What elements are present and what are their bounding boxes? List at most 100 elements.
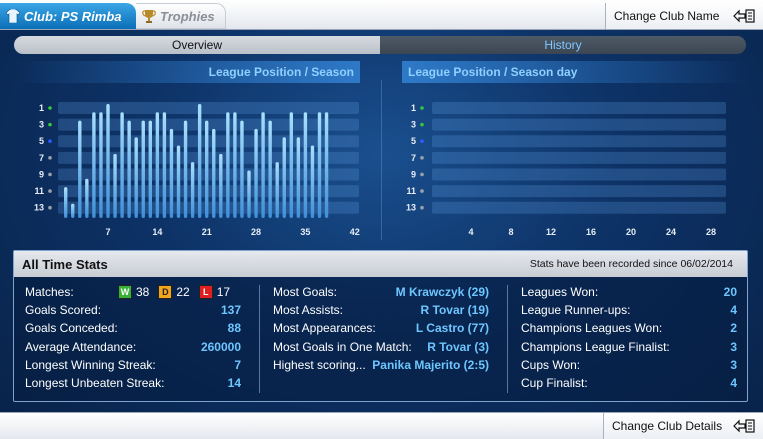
stat-value: 88 [227, 321, 241, 336]
x-tick-label: 28 [706, 227, 716, 237]
season-bar [176, 145, 181, 218]
stats-column-matches: Matches: W 38 D 22 L 17 Goals Scored: 13… [25, 283, 241, 392]
overview-tab[interactable]: Overview [14, 36, 380, 54]
x-tick-label: 8 [508, 227, 513, 237]
trophy-icon [142, 9, 156, 23]
stat-label: Leagues Won: [521, 285, 599, 300]
club-tab[interactable]: Club: PS Rimba [0, 3, 136, 29]
season-bar [282, 137, 286, 218]
grid-band [58, 118, 359, 131]
season-bar [127, 120, 131, 218]
losses-badge: L [198, 285, 213, 300]
season-bar [71, 203, 75, 218]
x-tick-label: 20 [626, 227, 636, 237]
match-link[interactable]: Panika Majerito (2:5) [372, 358, 489, 372]
x-tick-label: 16 [586, 227, 596, 237]
column-separator [259, 285, 260, 393]
stats-column-players: Most Goals: M Krawczyk (29) Most Assists… [273, 283, 489, 374]
matches-label: Matches: [25, 285, 74, 300]
stat-value: 2 [730, 321, 737, 336]
draws-badge: D [158, 285, 173, 300]
trophies-tab[interactable]: Trophies [136, 3, 226, 29]
league-position-season-chart: 1357911137 14 21 28 35 42 [34, 102, 360, 237]
y-tick-label: 9 [39, 169, 44, 179]
all-time-stats-title: All Time Stats [22, 256, 108, 272]
stat-row: Most Appearances: L Castro (77) [273, 319, 489, 337]
y-tick-label: 1 [39, 103, 44, 113]
top-bar: Club: PS Rimba Trophies Change Club Name [0, 0, 763, 30]
season-bar [296, 137, 301, 218]
season-bar [205, 120, 209, 218]
y-tick-label: 11 [406, 186, 416, 196]
club-tab-label: Club: PS Rimba [24, 8, 122, 24]
player-link[interactable]: R Tovar (19) [421, 303, 489, 317]
season-bar [120, 112, 124, 218]
y-tick-label: 1 [411, 103, 416, 113]
stat-row: Leagues Won: 20 [521, 283, 737, 301]
x-tick-label: 35 [300, 227, 310, 237]
season-bar [261, 112, 265, 218]
losses-count: 17 [216, 285, 231, 300]
change-club-details-button[interactable]: Change Club Details [603, 413, 763, 439]
history-tab[interactable]: History [380, 36, 746, 54]
season-bar [141, 120, 145, 218]
player-link[interactable]: L Castro (77) [416, 321, 489, 335]
stat-label: Most Assists: [273, 303, 344, 318]
y-tick-label: 9 [411, 169, 416, 179]
wins-count: 38 [136, 285, 150, 300]
season-bar [162, 112, 167, 218]
season-bar [197, 104, 202, 218]
exit-door-icon [733, 9, 755, 23]
x-tick-label: 42 [350, 227, 360, 237]
exit-door-icon [733, 419, 755, 433]
stat-label: Most Goals in One Match: [273, 339, 412, 354]
y-tick-label: 7 [411, 153, 416, 163]
all-time-stats-panel: All Time Stats Stats have been recorded … [13, 250, 748, 402]
stat-label: Goals Conceded: [25, 321, 118, 336]
position-dot [48, 139, 52, 144]
column-separator [507, 285, 508, 393]
season-bar [219, 153, 223, 218]
season-bar [289, 112, 293, 218]
stat-row: Goals Conceded: 88 [25, 319, 241, 337]
match-record: W 38 D 22 L 17 [118, 285, 235, 300]
y-tick-label: 7 [39, 153, 44, 163]
stat-row: Most Assists: R Tovar (19) [273, 301, 489, 319]
change-club-name-button[interactable]: Change Club Name [605, 3, 763, 29]
season-bar [310, 145, 315, 218]
stat-value: 20 [723, 285, 737, 300]
position-dot [420, 139, 424, 144]
y-tick-label: 5 [411, 136, 416, 146]
stat-row: Most Goals in One Match: R Tovar (3) [273, 338, 489, 356]
season-bar [190, 162, 195, 218]
player-link[interactable]: R Tovar (3) [427, 340, 489, 354]
stat-value: 3 [730, 339, 737, 354]
x-tick-label: 4 [468, 227, 473, 237]
grid-band [432, 118, 726, 131]
chart-divider [381, 80, 382, 240]
x-tick-label: 7 [105, 227, 110, 237]
stat-label: Goals Scored: [25, 303, 102, 318]
grid-band [432, 102, 726, 114]
season-bar [183, 120, 188, 218]
season-bar [212, 128, 216, 218]
position-dot [420, 205, 424, 210]
stat-row: Champions League Finalist: 3 [521, 338, 737, 356]
stat-value: 4 [730, 303, 737, 318]
stat-row: Highest scoring... Panika Majerito (2:5) [273, 356, 489, 374]
stat-row: Goals Scored: 137 [25, 301, 241, 319]
stat-row: Longest Unbeaten Streak: 14 [25, 374, 241, 392]
x-tick-label: 14 [152, 227, 162, 237]
x-tick-label: 12 [546, 227, 556, 237]
stat-label: Longest Unbeaten Streak: [25, 376, 165, 391]
season-bar [64, 187, 68, 218]
season-bar [92, 112, 96, 218]
stat-row: Average Attendance: 260000 [25, 338, 241, 356]
change-club-details-label: Change Club Details [612, 419, 723, 433]
player-link[interactable]: M Krawczyk (29) [396, 285, 489, 299]
wins-badge: W [118, 285, 132, 300]
season-bar [148, 120, 152, 218]
grid-band [58, 135, 359, 148]
stat-row: Champions Leagues Won: 2 [521, 319, 737, 337]
season-bar [99, 112, 103, 218]
